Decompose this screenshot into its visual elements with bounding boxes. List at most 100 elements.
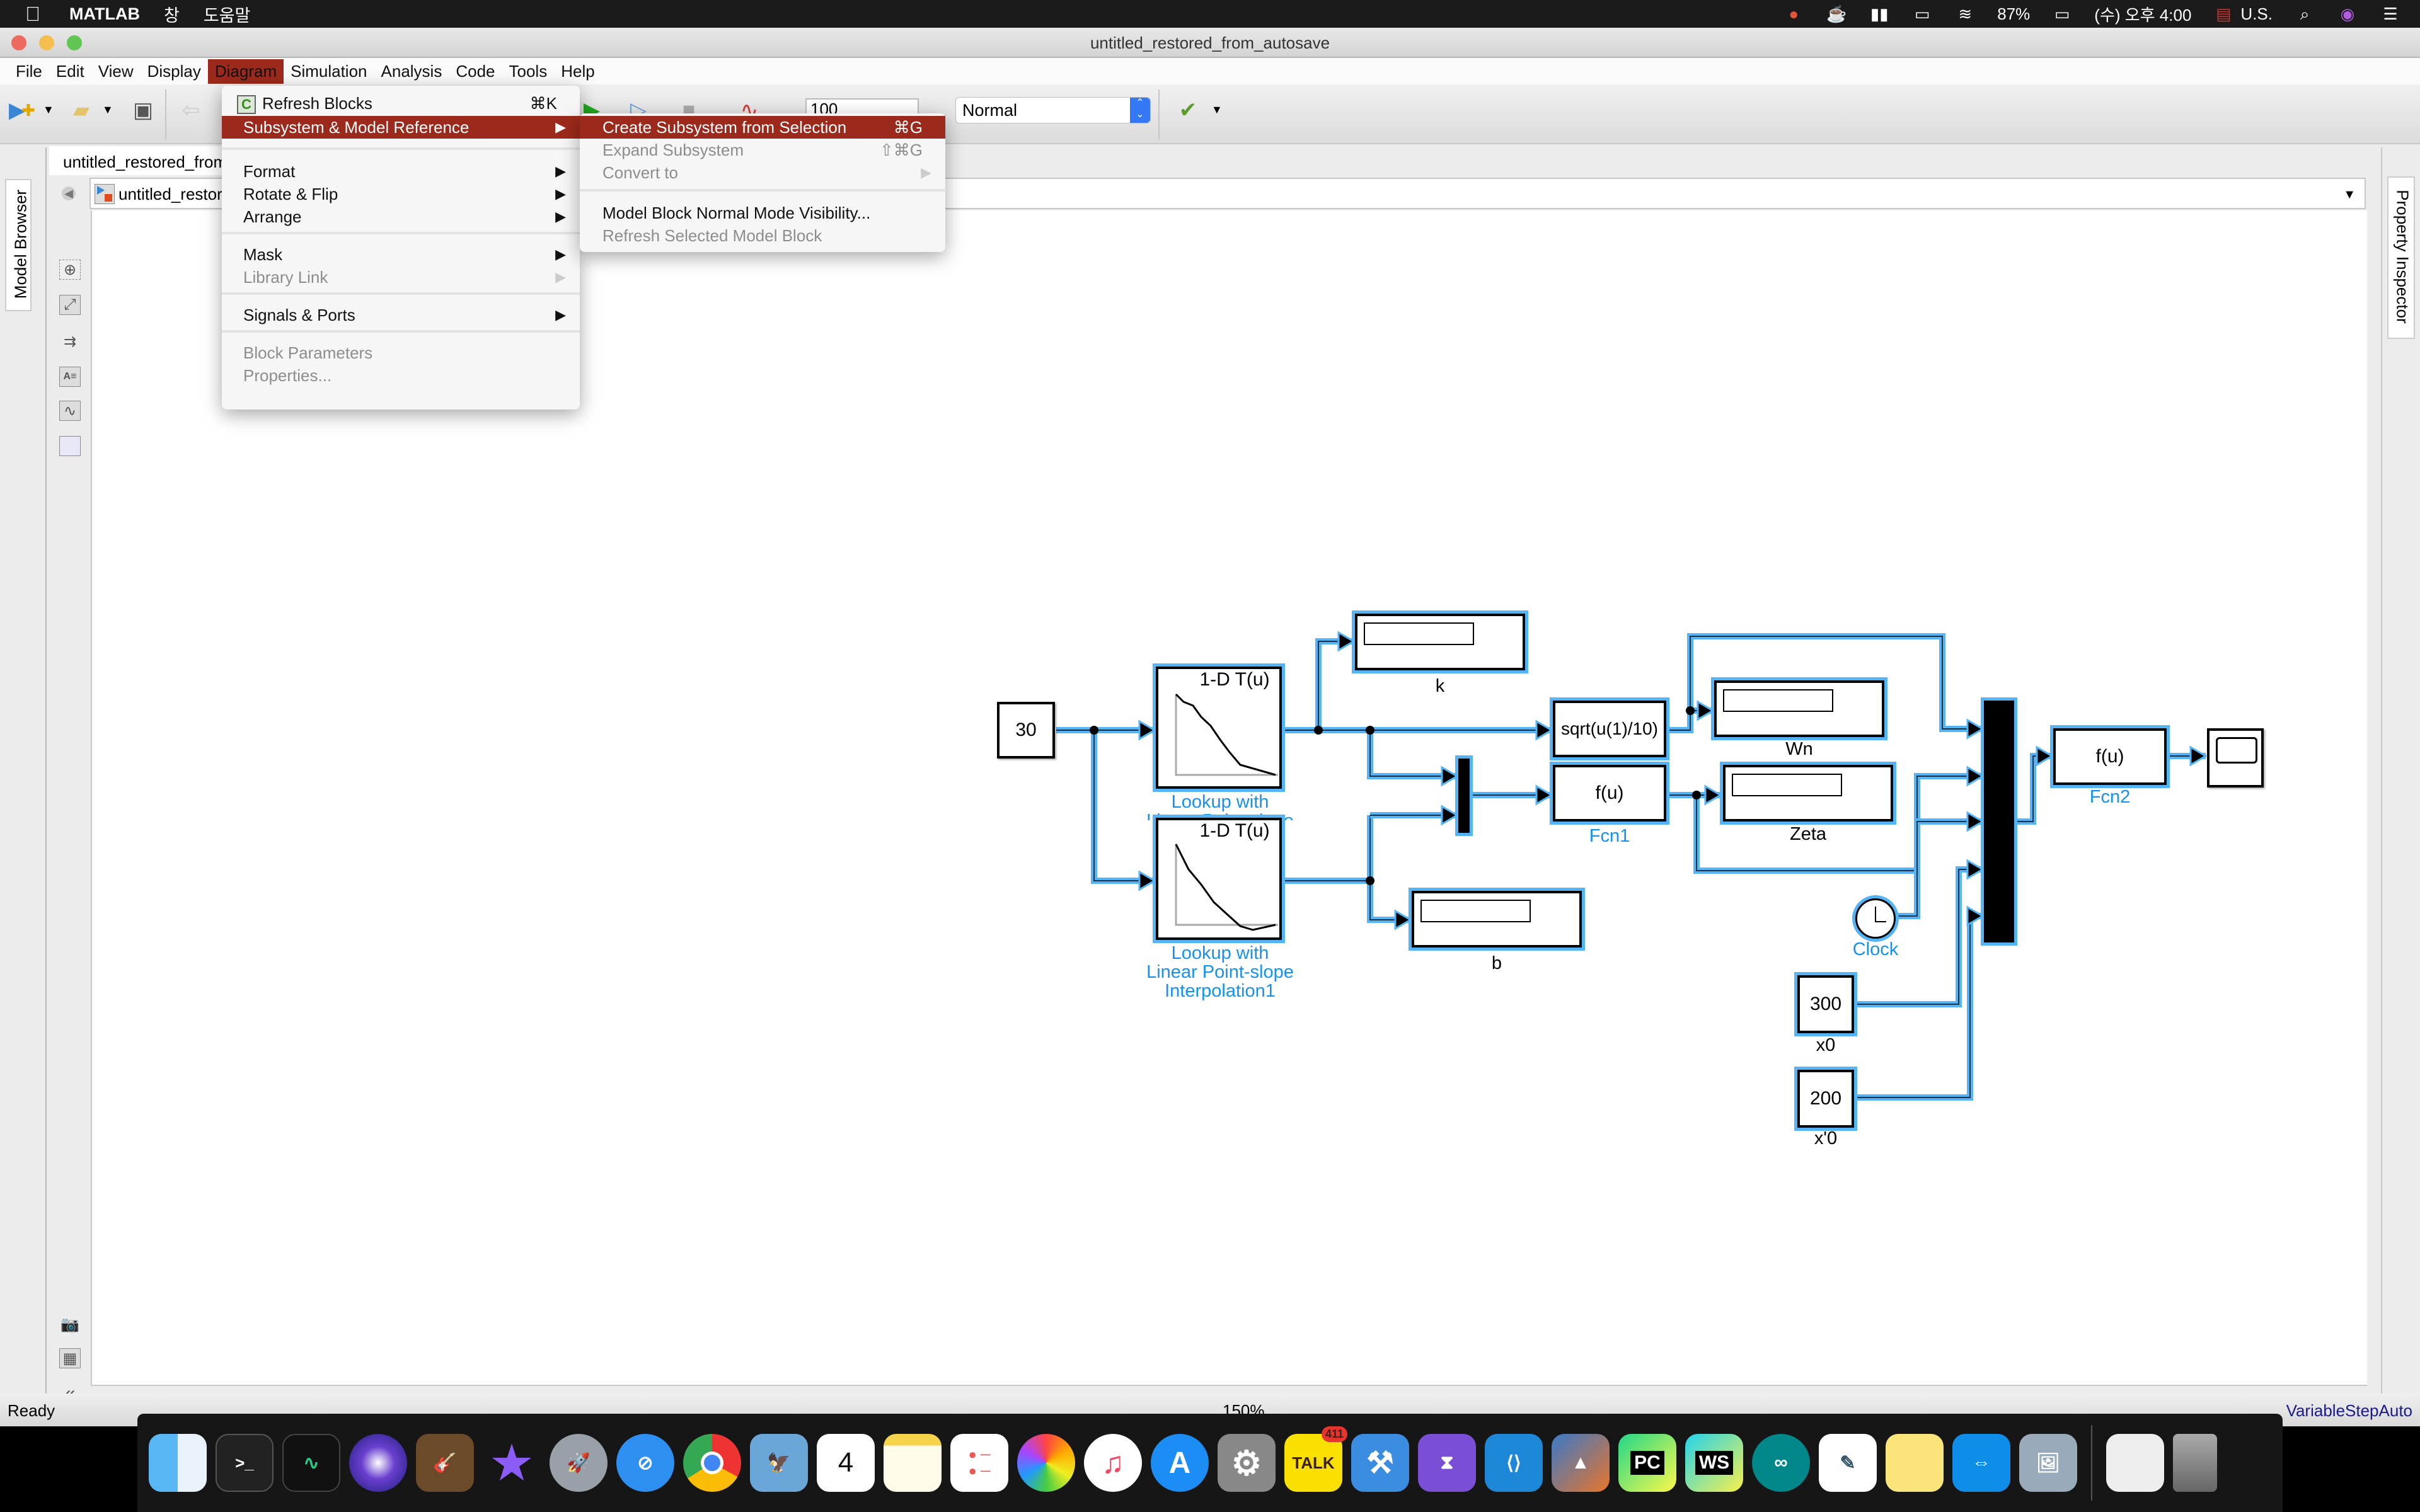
x-prime-0-label[interactable]: x'0 xyxy=(1797,1129,1854,1148)
dock-activity-monitor-icon[interactable]: ∿ xyxy=(282,1434,340,1492)
dock-photos-icon[interactable] xyxy=(1017,1434,1075,1492)
dock-textedit-icon[interactable]: ✎ xyxy=(1819,1434,1877,1492)
display-k-label[interactable]: k xyxy=(1355,677,1525,696)
dock-trash-icon[interactable] xyxy=(2173,1434,2217,1492)
menu-item-rotate-flip[interactable]: Rotate & Flip ▶ xyxy=(222,183,580,205)
menu-item-create-subsystem[interactable]: Create Subsystem from Selection ⌘G xyxy=(580,116,945,139)
dock-vscode-icon[interactable]: ⟨⟩ xyxy=(1485,1434,1543,1492)
signal-line[interactable] xyxy=(1318,641,1354,730)
tablet-icon[interactable]: ▭ xyxy=(1911,4,1933,23)
constant-block-200[interactable]: 200 xyxy=(1797,1070,1854,1128)
clock-name[interactable]: Clock xyxy=(1831,940,1920,959)
signal-arrows-icon[interactable]: ⇉ xyxy=(59,331,81,352)
menu-item-mask[interactable]: Mask ▶ xyxy=(222,243,580,266)
breadcrumb-dropdown-arrow[interactable]: ▼ xyxy=(2343,188,2356,202)
dock-preview-icon[interactable]: 🖼 xyxy=(2019,1434,2077,1492)
menu-item-signals-ports[interactable]: Signals & Ports ▶ xyxy=(222,304,580,326)
mux-block-small[interactable] xyxy=(1458,759,1470,833)
dock-music-icon[interactable]: ♫ xyxy=(1084,1434,1142,1492)
lookup-1-name[interactable]: Lookup with Linear Point-slope xyxy=(1126,793,1315,820)
display-block-k[interactable] xyxy=(1355,614,1525,670)
menu-code[interactable]: Code xyxy=(449,59,502,84)
menu-simulation[interactable]: Simulation xyxy=(284,59,374,84)
menu-file[interactable]: File xyxy=(9,59,49,84)
clock-block[interactable] xyxy=(1855,898,1896,939)
dock-arduino-icon[interactable]: ∞ xyxy=(1752,1434,1810,1492)
menu-item-subsystem-model-reference[interactable]: Subsystem & Model Reference ▶ xyxy=(222,116,580,139)
model-data-icon[interactable]: ▦ xyxy=(59,1348,81,1368)
new-model-icon[interactable]: ▶ ✚ xyxy=(8,96,37,125)
annotation-icon[interactable]: A≡ xyxy=(59,367,81,387)
wifi-icon[interactable]: ≋ xyxy=(1954,4,1976,23)
siri-icon[interactable]: ◉ xyxy=(2337,4,2358,23)
image-icon[interactable]: ∿ xyxy=(59,401,81,421)
dock-pycharm-icon[interactable]: PC xyxy=(1618,1434,1676,1492)
display-block-zeta[interactable] xyxy=(1723,765,1893,822)
display-block-b[interactable] xyxy=(1412,891,1582,948)
dock-webstorm-icon[interactable]: WS xyxy=(1685,1434,1743,1492)
signal-line[interactable] xyxy=(2015,755,2052,822)
open-dropdown-arrow[interactable]: ▼ xyxy=(102,103,113,117)
menu-item-model-block-visibility[interactable]: Model Block Normal Mode Visibility... xyxy=(580,202,945,224)
dock-matlab-icon[interactable]: ▲ xyxy=(1552,1434,1610,1492)
dock-launchpad-icon[interactable]: 🚀 xyxy=(550,1434,608,1492)
lookup-table-block-2[interactable]: 1-D T(u) xyxy=(1156,818,1282,940)
dock-kakaotalk-icon[interactable]: TALK 411 xyxy=(1284,1426,1347,1492)
dock-stickies-icon[interactable] xyxy=(1886,1434,1944,1492)
dock-xcode-icon[interactable]: ⚒ xyxy=(1351,1434,1409,1492)
dock-siri-icon[interactable] xyxy=(349,1434,407,1492)
dock-teamviewer-icon[interactable]: ⇔ xyxy=(1952,1434,2010,1492)
fcn-block-sqrt[interactable]: sqrt(u(1)/10) xyxy=(1553,701,1666,757)
menu-help[interactable]: Help xyxy=(554,59,601,84)
dock-notes-icon[interactable] xyxy=(884,1434,942,1492)
menu-item-refresh-blocks[interactable]: C Refresh Blocks ⌘K xyxy=(222,92,580,115)
save-icon[interactable]: ▣ xyxy=(129,96,158,125)
lookup-2-name[interactable]: Lookup with Linear Point-slope Interpola… xyxy=(1126,944,1315,1000)
dock-downloads-stack-icon[interactable] xyxy=(2106,1434,2164,1492)
dock-app-store-icon[interactable]: A xyxy=(1151,1434,1209,1492)
fit-to-view-icon[interactable]: ⤢ xyxy=(59,295,81,315)
menu-tools[interactable]: Tools xyxy=(502,59,555,84)
menu-diagram[interactable]: Diagram xyxy=(207,59,284,84)
display-zeta-label[interactable]: Zeta xyxy=(1723,825,1893,844)
lookup-table-block-1[interactable]: 1-D T(u) xyxy=(1156,667,1282,789)
fcn1-name[interactable]: Fcn1 xyxy=(1553,827,1666,845)
dock-mail-icon[interactable]: 🦅 xyxy=(750,1434,808,1492)
apple-icon[interactable]:  xyxy=(25,3,50,26)
dock-system-preferences-icon[interactable]: ⚙ xyxy=(1218,1434,1276,1492)
menu-analysis[interactable]: Analysis xyxy=(374,59,449,84)
model-tab[interactable]: untitled_restored_from_autosave xyxy=(49,146,226,175)
fcn2-name[interactable]: Fcn2 xyxy=(2053,788,2167,806)
coffee-cup-icon[interactable]: ☕ xyxy=(1826,4,1847,23)
dock-terminal-icon[interactable]: >_ xyxy=(216,1434,274,1492)
signal-line-highlight[interactable] xyxy=(1367,815,1410,923)
dock-chrome-icon[interactable] xyxy=(683,1434,741,1492)
constant-block-30[interactable]: 30 xyxy=(997,702,1055,759)
clock[interactable]: (수) 오후 4:00 xyxy=(2094,3,2191,26)
zoom-in-icon[interactable]: ⊕ xyxy=(59,260,81,280)
dock-safari-icon[interactable]: ⊘ xyxy=(616,1434,674,1492)
mac-menu-window[interactable]: 창 xyxy=(164,2,180,26)
app-menu-matlab[interactable]: MATLAB xyxy=(69,4,140,24)
constant-block-300[interactable]: 300 xyxy=(1797,975,1854,1033)
display-block-wn[interactable] xyxy=(1714,680,1884,737)
dock-reminders-icon[interactable]: ● ─ ● ─ xyxy=(950,1434,1008,1492)
input-source[interactable]: U.S. xyxy=(2240,4,2273,24)
model-browser-tab[interactable]: Model Browser xyxy=(5,179,32,311)
fcn-block-fcn1[interactable]: f(u) xyxy=(1553,765,1666,822)
x0-label[interactable]: x0 xyxy=(1797,1036,1854,1055)
display-wn-label[interactable]: Wn xyxy=(1714,740,1884,759)
advisor-dropdown-arrow[interactable]: ▼ xyxy=(1211,103,1223,117)
menu-item-arrange[interactable]: Arrange ▶ xyxy=(222,205,580,228)
simulation-mode-select[interactable]: Normal ⌃ ⌄ xyxy=(955,97,1151,123)
model-advisor-check-icon[interactable]: ✔ xyxy=(1173,96,1202,125)
solver-link[interactable]: VariableStepAuto xyxy=(2286,1401,2412,1421)
dock-imovie-icon[interactable]: ★ xyxy=(483,1434,541,1492)
notification-center-icon[interactable]: ☰ xyxy=(2380,4,2401,23)
signal-line-highlight[interactable] xyxy=(1315,638,1354,730)
dock-garageband-icon[interactable]: 🎸 xyxy=(416,1434,474,1492)
property-inspector-tab[interactable]: Property Inspector xyxy=(2387,176,2415,339)
scope-block[interactable] xyxy=(2207,728,2264,788)
signal-line[interactable] xyxy=(1369,815,1410,920)
spotlight-search-icon[interactable]: ⌕ xyxy=(2294,4,2315,23)
